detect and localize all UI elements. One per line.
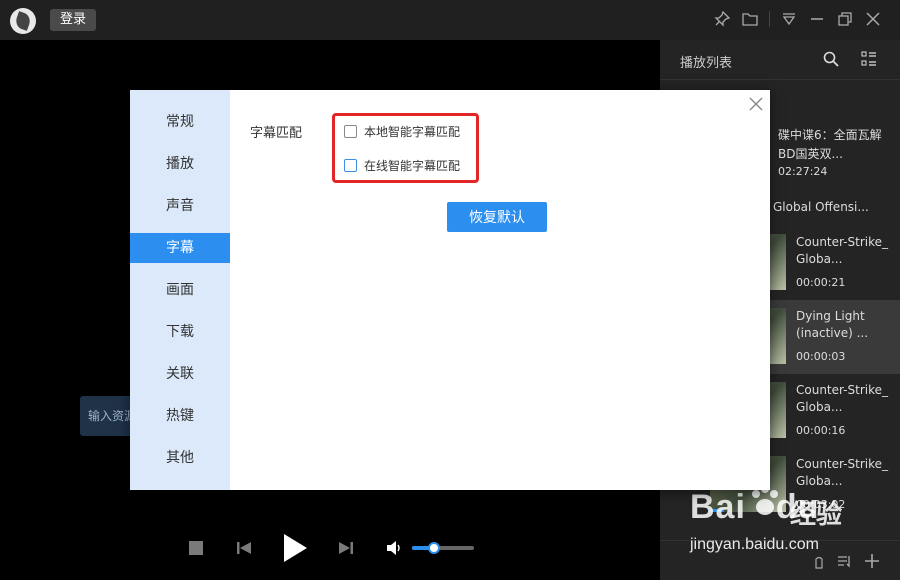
nav-item-playback[interactable]: 播放 (130, 149, 230, 179)
speaker-icon (387, 541, 400, 555)
nav-item-sound[interactable]: 声音 (130, 191, 230, 221)
stop-icon (189, 541, 203, 555)
previous-button[interactable] (236, 540, 252, 556)
playlist-item-title: Counter-Strike_ Globa... (796, 383, 889, 414)
play-button[interactable] (282, 533, 308, 563)
folder-icon[interactable] (741, 10, 759, 28)
dialog-close-icon[interactable] (748, 96, 764, 112)
pin-icon[interactable] (713, 10, 731, 28)
restore-default-button[interactable]: 恢复默认 (447, 202, 547, 232)
playlist-item-duration: 00:00:16 (796, 424, 846, 437)
separator (769, 11, 770, 27)
featured-item-title[interactable]: 碟中谍6：全面瓦解BD国英双... (778, 126, 896, 164)
nav-item-hotkeys[interactable]: 热键 (130, 401, 230, 431)
next-button[interactable] (338, 540, 354, 556)
playlist-item-title: Dying Light (inactive) ... (796, 309, 869, 340)
close-window-icon[interactable] (864, 10, 882, 28)
play-icon (284, 534, 307, 562)
featured-item-duration: 02:27:24 (778, 165, 828, 178)
playlist-item-title: Counter-Strike_ Globa... (796, 235, 889, 266)
nav-item-picture[interactable]: 画面 (130, 275, 230, 305)
playlist-header: 播放列表 (660, 40, 900, 80)
stop-button[interactable] (188, 540, 204, 556)
playlist-item-duration: 00:00:21 (796, 276, 846, 289)
menu-dropdown-icon[interactable] (780, 10, 798, 28)
list-view-icon[interactable] (860, 50, 878, 72)
red-highlight-box (332, 113, 479, 183)
volume-knob[interactable] (427, 542, 440, 554)
search-icon[interactable] (822, 50, 840, 72)
app-logo (10, 8, 36, 34)
playback-controls (180, 532, 474, 564)
window-controls (713, 10, 882, 28)
login-button[interactable]: 登录 (50, 9, 96, 31)
nav-item-download[interactable]: 下载 (130, 317, 230, 347)
baidu-jingyan-watermark: Bai du 经验 jingyan.baidu.com (690, 484, 890, 574)
previous-icon (237, 542, 251, 554)
playlist-group-label[interactable]: Global Offensi... (773, 200, 869, 214)
volume-slider[interactable] (412, 542, 474, 554)
watermark-jingyan: 经验 (790, 500, 843, 530)
nav-item-subtitle[interactable]: 字幕 (130, 233, 230, 263)
next-icon (339, 542, 353, 554)
nav-item-association[interactable]: 关联 (130, 359, 230, 389)
minimize-icon[interactable] (808, 10, 826, 28)
restore-window-icon[interactable] (836, 10, 854, 28)
nav-item-general[interactable]: 常规 (130, 107, 230, 137)
title-bar: 登录 (0, 0, 900, 40)
volume-button[interactable] (386, 540, 402, 556)
playlist-item-duration: 00:00:03 (796, 350, 846, 363)
settings-dialog: 常规 播放 声音 字幕 画面 下载 关联 热键 其他 字幕匹配 本地智能字幕匹配… (130, 90, 770, 490)
nav-item-other[interactable]: 其他 (130, 443, 230, 473)
settings-nav: 常规 播放 声音 字幕 画面 下载 关联 热键 其他 (130, 90, 230, 490)
subtitle-match-label: 字幕匹配 (250, 126, 303, 141)
playlist-title: 播放列表 (680, 56, 733, 71)
watermark-url: jingyan.baidu.com (690, 536, 819, 553)
